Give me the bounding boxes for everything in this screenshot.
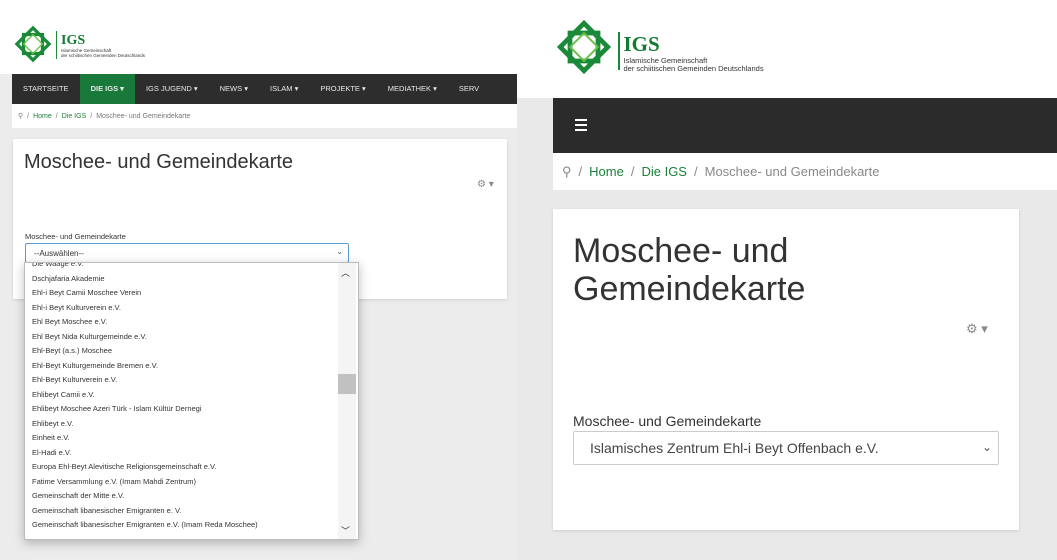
left-header: IGS Islamische Gemeinschaft der schiitis… <box>0 0 517 74</box>
mobile-nav <box>553 98 1057 153</box>
gear-icon[interactable]: ⚙ ▾ <box>966 321 988 337</box>
scrollbar[interactable]: ︿ ﹀ <box>338 263 356 539</box>
breadcrumb-sep: / <box>90 112 93 120</box>
nav-item-startseite[interactable]: STARTSEITE <box>12 74 80 104</box>
dropdown-option[interactable]: Ehlibeyt e.V. <box>25 417 339 432</box>
select-dropdown-list[interactable]: Die Waage e.V. Dschjafaria Akademie Ehl-i … <box>24 262 359 540</box>
logo-divider <box>618 32 620 70</box>
breadcrumb-home[interactable]: Home <box>589 164 624 179</box>
breadcrumb-current: Moschee- und Gemeindekarte <box>96 112 191 120</box>
page-title-line-1: Moschee- und <box>573 232 789 270</box>
chevron-down-icon: ⌄ <box>981 440 992 454</box>
screenshot-root: IGS Islamische Gemeinschaft der schiitis… <box>0 0 1057 560</box>
page-title: Moschee- und Gemeindekarte <box>573 232 805 308</box>
breadcrumb-sep: / <box>27 112 30 120</box>
page-title: Moschee- und Gemeindekarte <box>24 151 294 173</box>
dropdown-options: Die Waage e.V. Dschjafaria Akademie Ehl-i … <box>25 263 339 533</box>
scroll-up-icon[interactable]: ︿ <box>341 266 350 279</box>
dropdown-option[interactable]: Dschjafaria Akademie <box>25 272 339 287</box>
nav-item-die-igs[interactable]: DIE IGS ▾ <box>79 74 135 104</box>
nav-item-projekte[interactable]: PROJEKTE ▾ <box>309 74 376 104</box>
chevron-down-icon: ⌄ <box>336 247 343 256</box>
igs-logo-mark-icon <box>556 19 612 75</box>
breadcrumb-die-igs[interactable]: Die IGS <box>641 164 687 179</box>
mosque-select[interactable]: Islamisches Zentrum Ehl-i Beyt Offenbach… <box>573 431 999 465</box>
map-pin-icon: ⚲ <box>18 113 24 120</box>
logo-title: IGS <box>61 33 86 48</box>
select-value: Islamisches Zentrum Ehl-i Beyt Offenbach… <box>590 440 879 456</box>
dropdown-option[interactable]: Ehl-i Beyt Camii Moschee Verein <box>25 286 339 301</box>
dropdown-option[interactable]: Gemeinschaft libanesischer Emigranten e.… <box>25 518 339 533</box>
content-card: Moschee- und Gemeindekarte ⚙ ▾ Moschee- … <box>553 209 1019 530</box>
breadcrumb-current: Moschee- und Gemeindekarte <box>704 164 880 179</box>
breadcrumb-die-igs[interactable]: Die IGS <box>62 113 87 120</box>
gear-icon[interactable]: ⚙ ▾ <box>477 179 494 190</box>
dropdown-option[interactable]: Ehl-i Beyt Kulturverein e.V. <box>25 301 339 316</box>
dropdown-option[interactable]: Die Waage e.V. <box>25 263 339 272</box>
nav-item-news[interactable]: NEWS ▾ <box>209 74 259 104</box>
dropdown-option[interactable]: Europa Ehl-Beyt Alevitische Religionsgem… <box>25 460 339 475</box>
map-pin-icon: ⚲ <box>562 163 572 179</box>
igs-logo[interactable]: IGS Islamische Gemeinschaft der schiitis… <box>14 25 145 63</box>
breadcrumb-home[interactable]: Home <box>33 113 52 120</box>
dropdown-option[interactable]: Ehl Beyt Nida Kulturgemeinde e.V. <box>25 330 339 345</box>
dropdown-option[interactable]: Einheit e.V. <box>25 431 339 446</box>
breadcrumb-sep: / <box>578 164 583 179</box>
breadcrumb: ⚲ / Home / Die IGS / Moschee- und Gemein… <box>12 104 517 128</box>
hamburger-menu-icon[interactable] <box>575 119 587 131</box>
mosque-select[interactable]: --Auswählen-- ⌄ <box>25 243 349 263</box>
dropdown-option[interactable]: Gemeinschaft libanesischer Emigranten e.… <box>25 504 339 519</box>
nav-item-service[interactable]: SERV <box>448 74 490 104</box>
dropdown-option[interactable]: Fatime Versammlung e.V. (Imam Mahdi Zent… <box>25 475 339 490</box>
select-value: --Auswählen-- <box>34 249 84 258</box>
dropdown-option[interactable]: Ehl Beyt Moschee e.V. <box>25 315 339 330</box>
scrollbar-thumb[interactable] <box>338 374 356 394</box>
igs-logo-mark-icon <box>14 25 52 63</box>
igs-logo[interactable]: IGS Islamische Gemeinschaft der schiitis… <box>556 19 764 75</box>
dropdown-option[interactable]: Gemeinschaft der Mitte e.V. <box>25 489 339 504</box>
logo-subtitle-2: der schiitischen Gemeinden Deutschlands <box>623 63 764 73</box>
dropdown-option[interactable]: Ehlibeyt Camii e.V. <box>25 388 339 403</box>
breadcrumb-sep: / <box>630 164 635 179</box>
breadcrumb-sep: / <box>693 164 698 179</box>
main-nav: STARTSEITE DIE IGS ▾ IGS JUGEND ▾ NEWS ▾… <box>12 74 517 104</box>
logo-subtitle-2: der schiitischen Gemeinden Deutschlands <box>61 52 146 58</box>
scroll-down-icon[interactable]: ﹀ <box>341 524 350 537</box>
dropdown-option[interactable]: El-Hadi e.V. <box>25 446 339 461</box>
dropdown-option[interactable]: Ehl-Beyt (a.s.) Moschee <box>25 344 339 359</box>
field-label: Moschee- und Gemeindekarte <box>573 413 762 429</box>
nav-item-islam[interactable]: ISLAM ▾ <box>259 74 309 104</box>
logo-title: IGS <box>623 32 660 56</box>
nav-item-mediathek[interactable]: MEDIATHEK ▾ <box>377 74 448 104</box>
nav-item-igs-jugend[interactable]: IGS JUGEND ▾ <box>135 74 209 104</box>
breadcrumb-sep: / <box>55 112 58 120</box>
breadcrumb: ⚲ / Home / Die IGS / Moschee- und Gemein… <box>553 153 1057 190</box>
logo-divider <box>56 31 57 59</box>
dropdown-option[interactable]: Ehl-Beyt Kulturverein e.V. <box>25 373 339 388</box>
field-label: Moschee- und Gemeindekarte <box>25 232 126 241</box>
dropdown-option[interactable]: Ehlibeyt Moschee Azeri Türk - Islam Kült… <box>25 402 339 417</box>
dropdown-option[interactable]: Ehl-Beyt Kulturgemeinde Bremen e.V. <box>25 359 339 374</box>
left-panel: IGS Islamische Gemeinschaft der schiitis… <box>0 0 517 560</box>
right-panel: IGS Islamische Gemeinschaft der schiitis… <box>517 0 1057 560</box>
right-header: IGS Islamische Gemeinschaft der schiitis… <box>517 0 1057 98</box>
page-title-line-2: Gemeindekarte <box>573 270 806 308</box>
